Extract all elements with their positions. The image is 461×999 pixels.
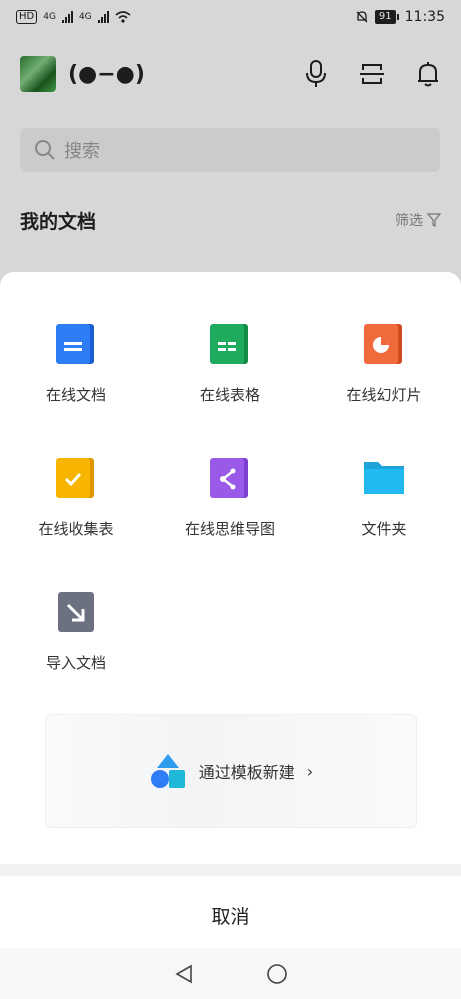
create-online-mindmap[interactable]: 在线思维导图 — [160, 458, 300, 539]
mindmap-icon — [210, 458, 248, 498]
create-item-label: 在线表格 — [199, 386, 260, 404]
form-icon — [56, 458, 94, 498]
create-item-label: 在线收集表 — [38, 520, 114, 538]
doc-icon — [56, 324, 94, 364]
sheet-icon — [210, 324, 248, 364]
create-item-label: 在线思维导图 — [184, 520, 275, 538]
create-online-doc[interactable]: 在线文档 — [6, 324, 146, 405]
chevron-right-icon: › — [306, 761, 314, 781]
template-shapes-icon — [150, 754, 185, 788]
back-icon[interactable] — [173, 963, 195, 985]
import-icon — [58, 592, 94, 632]
import-document[interactable]: 导入文档 — [6, 592, 146, 673]
create-online-slides[interactable]: 在线幻灯片 — [314, 324, 454, 405]
create-online-form[interactable]: 在线收集表 — [6, 458, 146, 539]
system-nav-bar — [0, 948, 461, 999]
create-online-sheet[interactable]: 在线表格 — [160, 324, 300, 405]
slides-icon — [364, 324, 402, 364]
create-folder[interactable]: 文件夹 — [314, 458, 454, 539]
folder-icon — [364, 462, 404, 494]
create-sheet: 在线文档 在线表格 在线幻灯片 在线收集表 在线思维导图 文件夹 导入文档 通过… — [0, 272, 461, 864]
template-button-label: 通过模板新建 — [198, 763, 295, 782]
create-item-label: 在线文档 — [45, 386, 106, 404]
create-from-template-button[interactable]: 通过模板新建 › — [45, 714, 417, 828]
create-item-label: 导入文档 — [45, 654, 106, 672]
home-icon[interactable] — [265, 962, 289, 986]
cancel-button[interactable]: 取消 — [0, 876, 461, 954]
create-item-label: 在线幻灯片 — [346, 386, 422, 404]
create-item-label: 文件夹 — [361, 520, 407, 538]
sheet-separator — [0, 864, 461, 876]
